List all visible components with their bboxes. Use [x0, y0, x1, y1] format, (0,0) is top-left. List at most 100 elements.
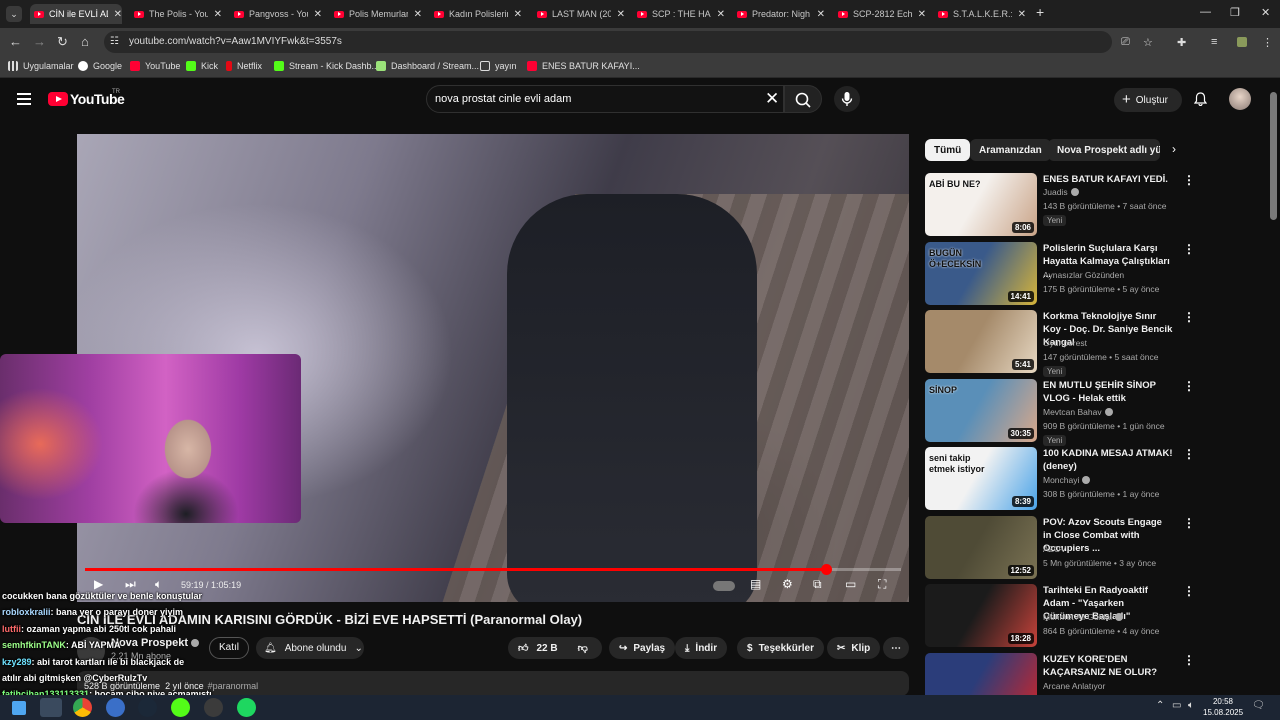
profile-icon[interactable] — [1237, 37, 1247, 47]
chat-username[interactable]: semhfkinTANK — [2, 640, 66, 650]
bookmark-youtube[interactable]: YouTube — [130, 61, 180, 71]
chip-channel-uploads[interactable]: Nova Prospekt adlı yükle — [1048, 139, 1160, 161]
tab-close-icon[interactable]: ✕ — [314, 9, 322, 20]
subscribed-button[interactable]: 🔔︎ Abone olundu ⌄ — [256, 637, 364, 659]
like-icon[interactable]: 👍︎ — [518, 642, 528, 654]
volume-icon[interactable]: 🔈︎ — [155, 577, 162, 591]
hamburger-menu-icon[interactable] — [17, 93, 31, 105]
install-icon[interactable]: ⎚ — [1121, 36, 1130, 49]
back-button[interactable]: ← — [9, 35, 22, 49]
recommended-title[interactable]: KUZEY KORE'DEN KAÇARSANIZ NE OLUR? — [1043, 653, 1173, 679]
chrome-icon[interactable] — [73, 698, 92, 717]
task-view-icon[interactable] — [40, 698, 62, 717]
spotify-icon[interactable] — [237, 698, 256, 717]
more-options-icon[interactable]: ⋮ — [1183, 311, 1195, 323]
bookmark-enes-batur[interactable]: ENES BATUR KAFAYI... — [527, 61, 640, 71]
subtitles-icon[interactable]: ▤ — [750, 577, 761, 591]
voice-search-button[interactable] — [834, 86, 860, 112]
settings-gear-icon[interactable]: ⚙ — [782, 577, 793, 591]
steam-icon[interactable] — [138, 698, 157, 717]
recommended-channel[interactable]: Mehmet Ali Güldal — [1043, 612, 1123, 622]
reload-button[interactable]: ↻ — [57, 35, 68, 49]
tab-close-icon[interactable]: ✕ — [214, 9, 222, 20]
tab-close-icon[interactable]: ✕ — [114, 9, 122, 20]
recommended-video[interactable]: 18:28 Tarihteki En Radyoaktif Adam - "Yaş… — [925, 584, 1195, 648]
create-button[interactable]: + Oluştur — [1114, 88, 1182, 112]
tab-close-icon[interactable]: ✕ — [717, 9, 725, 20]
hashtag-link[interactable]: #paranormal — [208, 681, 259, 691]
miniplayer-icon[interactable]: ⧉ — [813, 577, 822, 591]
chip-next-icon[interactable]: › — [1172, 142, 1176, 156]
browser-tab[interactable]: Kadın Polislerin ✕ — [430, 4, 522, 24]
video-thumbnail[interactable]: 12:52 — [925, 515, 1037, 579]
recommended-channel[interactable]: Oyunperest — [1043, 338, 1087, 348]
recommended-video[interactable]: 12:52 POV: Azov Scouts Engage in Close Co… — [925, 515, 1195, 580]
home-icon[interactable]: ⌂ — [81, 35, 89, 49]
channel-name[interactable]: Nova Prospekt — [111, 637, 200, 649]
obs-icon[interactable] — [204, 698, 223, 717]
page-scrollbar[interactable] — [1270, 92, 1277, 220]
join-button[interactable]: Katıl — [209, 637, 249, 659]
network-icon[interactable]: ▭ — [1172, 700, 1181, 711]
media-icon[interactable]: ≡ — [1211, 36, 1217, 48]
more-options-icon[interactable]: ⋮ — [1183, 380, 1195, 392]
bookmark-apps[interactable]: Uygulamalar — [8, 61, 74, 71]
next-video-icon[interactable]: ⏭ — [125, 577, 136, 591]
tab-close-icon[interactable]: ✕ — [918, 9, 926, 20]
bookmark-google[interactable]: Google — [78, 61, 122, 71]
scrubber-handle[interactable] — [820, 564, 832, 575]
forward-button[interactable]: → — [33, 35, 46, 49]
browser-tab[interactable]: The Polis - YouTube✕ — [130, 4, 222, 24]
chip-all[interactable]: Tümü — [925, 139, 971, 161]
more-options-icon[interactable]: ⋮ — [1183, 174, 1195, 186]
tab-close-icon[interactable]: ✕ — [817, 9, 825, 20]
recommended-channel[interactable]: Juadis — [1043, 187, 1079, 197]
recommended-video[interactable]: BUGÜN Ö+ECEKSİN 14:41 Polislerin Suçlulara… — [925, 241, 1195, 306]
video-thumbnail[interactable]: 18:28 — [925, 584, 1037, 647]
clock-date[interactable]: 15.08.2025 — [1203, 708, 1243, 717]
search-button[interactable] — [784, 85, 822, 113]
tab-search-dropdown[interactable]: ⌄ — [6, 6, 22, 22]
like-count[interactable]: 22 B — [536, 643, 557, 654]
browser-tab[interactable]: CİN ile EVLİ ADAM✕ — [30, 4, 122, 24]
browser-tab[interactable]: S.T.A.L.K.E.R.: S✕ — [934, 4, 1026, 24]
more-actions-button[interactable]: ⋯ — [883, 637, 909, 659]
more-options-icon[interactable]: ⋮ — [1183, 517, 1195, 529]
clip-button[interactable]: ✂ Klip — [827, 637, 881, 659]
bookmark-netflix[interactable]: Netflix — [226, 61, 262, 71]
chat-username[interactable]: kzy289 — [2, 657, 32, 667]
account-avatar[interactable] — [1229, 88, 1251, 110]
more-options-icon[interactable]: ⋮ — [1183, 654, 1195, 666]
close-window-button[interactable]: ✕ — [1261, 6, 1270, 19]
search-box[interactable]: nova prostat cinle evli adam ✕ — [426, 85, 784, 113]
recommended-video[interactable]: 5:41 Korkma Teknolojiye Sınır Koy - Doç. … — [925, 310, 1195, 377]
recommended-channel[interactable]: AZOV — [1043, 544, 1066, 554]
fullscreen-icon[interactable]: ⛶ — [878, 577, 886, 591]
recommended-channel[interactable]: Monchayi — [1043, 475, 1091, 485]
tab-close-icon[interactable]: ✕ — [514, 9, 522, 20]
bookmark-folder-yayin[interactable]: yayın — [480, 61, 517, 71]
video-thumbnail[interactable]: seni takip etmek istiyor 8:39 — [925, 447, 1037, 510]
more-options-icon[interactable]: ⋮ — [1183, 585, 1195, 597]
video-thumbnail[interactable]: 5:41 — [925, 310, 1037, 373]
chip-from-search[interactable]: Aramanızdan — [970, 139, 1051, 161]
share-button[interactable]: ↪ Paylaş — [609, 637, 676, 659]
recommended-title[interactable]: EN MUTLU ŞEHİR SİNOP VLOG - Helak ettik — [1043, 379, 1173, 405]
recommended-channel[interactable]: Mevtcan Bahav — [1043, 407, 1113, 417]
bookmark-stream-dashboard[interactable]: Dashboard / Stream... — [376, 61, 479, 71]
theater-mode-icon[interactable]: ▭ — [845, 577, 856, 591]
clock-time[interactable]: 20:58 — [1203, 697, 1233, 706]
video-thumbnail[interactable]: ABİ BU NE? 8:06 — [925, 173, 1037, 236]
browser-tab[interactable]: Predator: Nigh ✕ — [733, 4, 825, 24]
download-button[interactable]: ⤓ İndir — [675, 637, 728, 659]
restore-button[interactable]: ❐ — [1230, 6, 1240, 19]
browser-menu-icon[interactable]: ⋮ — [1262, 36, 1273, 49]
site-info-icon[interactable]: ☷ — [110, 35, 119, 49]
video-thumbnail[interactable]: BUGÜN Ö+ECEKSİN 14:41 — [925, 241, 1037, 305]
kick-app-icon[interactable] — [171, 698, 190, 717]
tab-close-icon[interactable]: ✕ — [414, 9, 422, 20]
autoplay-toggle[interactable] — [713, 581, 735, 591]
browser-tab[interactable]: Pangvoss - YouTube✕ — [230, 4, 322, 24]
recommended-channel[interactable]: Arcane Anlatıyor — [1043, 681, 1105, 691]
chat-username[interactable]: lutfii — [2, 624, 21, 634]
